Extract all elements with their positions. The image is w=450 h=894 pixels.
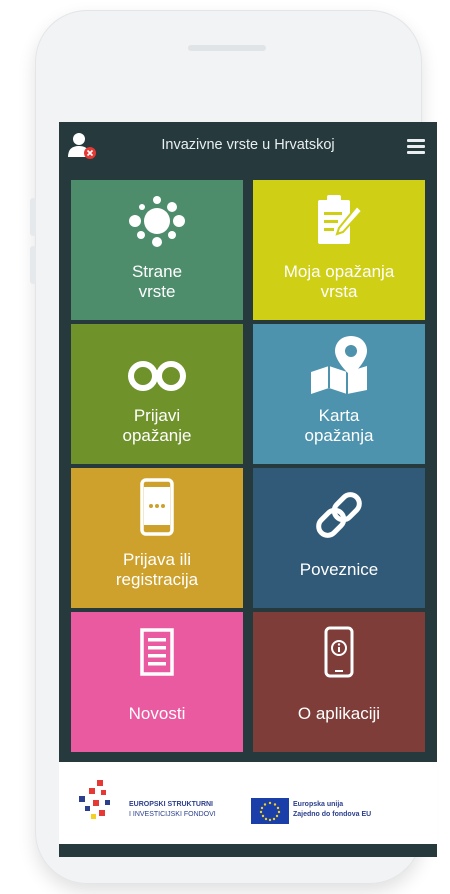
tile-label: Karta opažanja bbox=[304, 406, 374, 445]
tile-label: Poveznice bbox=[299, 560, 379, 579]
tile-label: Strane vrste bbox=[131, 262, 183, 301]
tile-prijava-ili-registracija[interactable]: Prijava ili registracija bbox=[71, 468, 243, 608]
volume-button bbox=[30, 198, 36, 236]
tile-novosti[interactable]: Novosti bbox=[71, 612, 243, 752]
app-title: Invazivne vrste u Hrvatskoj bbox=[161, 137, 335, 153]
tile-label: Novosti bbox=[128, 704, 186, 723]
tile-strane-vrste[interactable]: Strane vrste bbox=[71, 180, 243, 320]
phone-info-icon bbox=[324, 626, 354, 678]
tile-o-aplikaciji[interactable]: O aplikaciji bbox=[253, 612, 425, 752]
eu-line-2: Zajedno do fondova EU bbox=[293, 811, 372, 818]
binoculars-icon bbox=[128, 361, 186, 391]
tile-label: Prijavi opažanje bbox=[122, 406, 192, 445]
news-list-icon bbox=[140, 628, 174, 676]
tile-prijavi-opazanje[interactable]: Prijavi opažanje bbox=[71, 324, 243, 464]
funds-line-2: I INVESTICIJSKI FONDOVI bbox=[129, 811, 216, 818]
earpiece-speaker bbox=[188, 45, 266, 51]
eu-funds-logo-icon bbox=[79, 780, 110, 819]
app-header: Invazivne vrste u Hrvatskoj bbox=[59, 122, 437, 172]
tile-poveznice[interactable]: Poveznice bbox=[253, 468, 425, 608]
tile-moja-opazanja-vrsta[interactable]: Moja opažanja vrsta bbox=[253, 180, 425, 320]
funds-line-1: EUROPSKI STRUKTURNI bbox=[129, 801, 214, 808]
link-icon bbox=[316, 492, 362, 538]
tile-karta-opazanja[interactable]: Karta opažanja bbox=[253, 324, 425, 464]
clipboard-edit-icon bbox=[318, 195, 363, 244]
app-screen: Invazivne vrste u Hrvatskoj Strane vrste … bbox=[59, 122, 437, 857]
funding-footer: EUROPSKI STRUKTURNI I INVESTICIJSKI FOND… bbox=[59, 762, 437, 844]
tile-label: O aplikaciji bbox=[297, 704, 381, 723]
hamburger-menu-icon[interactable] bbox=[407, 139, 425, 154]
smartphone-icon bbox=[140, 478, 174, 536]
tile-label: Prijava ili registracija bbox=[115, 550, 199, 589]
map-pin-icon bbox=[311, 336, 367, 394]
tile-label: Moja opažanja vrsta bbox=[283, 262, 395, 301]
eu-line-1: Europska unija bbox=[293, 801, 344, 808]
eu-flag-icon bbox=[251, 798, 289, 824]
species-bubbles-icon bbox=[129, 196, 185, 247]
volume-button-2 bbox=[30, 246, 36, 284]
